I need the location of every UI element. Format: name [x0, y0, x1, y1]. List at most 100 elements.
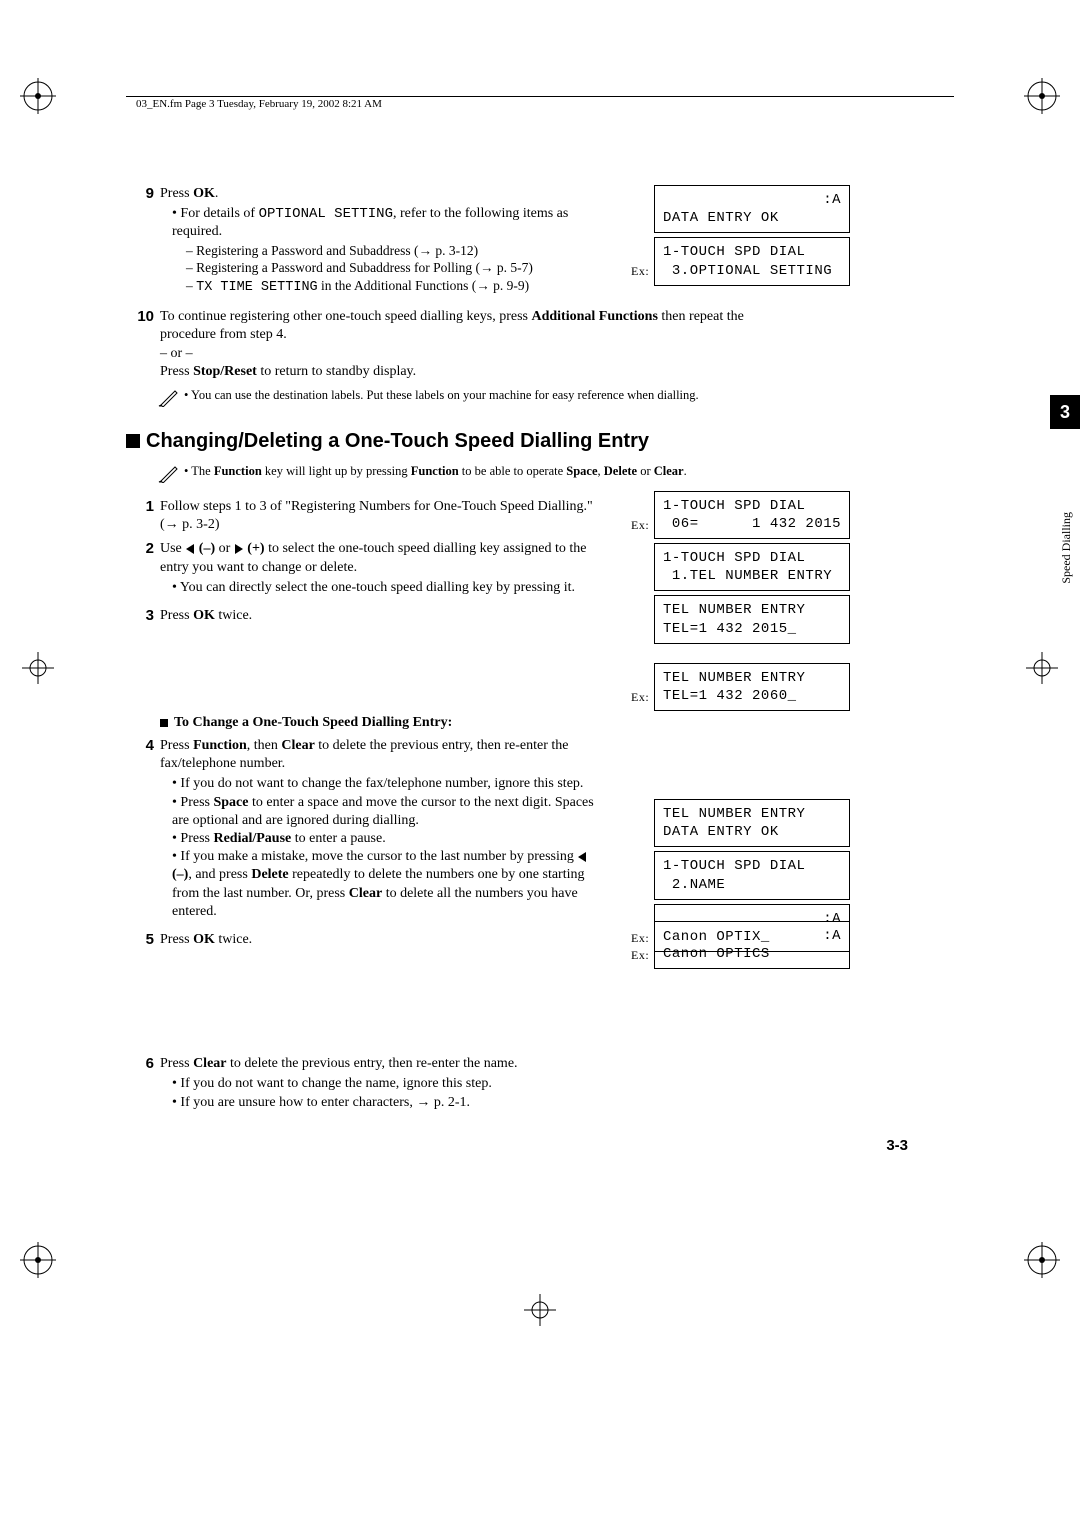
chapter-tab: 3: [1050, 395, 1080, 429]
bullet: Press Space to enter a space and move th…: [172, 794, 600, 830]
text: – or –: [160, 346, 193, 361]
lcd-line: TEL=1 432 2015_: [663, 621, 797, 637]
text: Press: [160, 186, 193, 201]
ok-key: OK: [193, 186, 215, 201]
setting-name: TX TIME SETTING: [196, 280, 318, 295]
text: Use: [160, 541, 185, 556]
step-text: Follow steps 1 to 3 of "Registering Numb…: [160, 498, 610, 534]
step-number: 5: [126, 931, 160, 948]
text: If you make a mistake, move the cursor t…: [180, 849, 577, 864]
delete-key: Delete: [604, 464, 637, 478]
step-3: 3 Press OK twice.: [126, 607, 1020, 625]
text: .: [215, 186, 219, 201]
step-number: 9: [126, 185, 160, 202]
right-arrow-icon: [235, 544, 243, 554]
lcd-line: 06= 1 432 2015: [663, 516, 841, 532]
mode-indicator: :A: [823, 927, 841, 945]
printer-mark-target-ml: [20, 650, 56, 686]
bullet: If you do not want to change the name, i…: [172, 1075, 600, 1093]
text: Press: [180, 795, 213, 810]
bullet: Press Redial/Pause to enter a pause.: [172, 830, 600, 848]
note-icon: [158, 463, 184, 488]
plus-key: (+): [244, 541, 265, 556]
text: Press: [160, 738, 193, 753]
text: For details of: [180, 206, 258, 221]
printer-mark-optic-tr: [1024, 78, 1060, 114]
lcd-step-6: Ex::A Canon OPTICS: [654, 921, 850, 973]
text: .: [684, 464, 687, 478]
additional-functions-key: Additional Functions: [531, 309, 657, 324]
step-text: Use (–) or (+) to select the one-touch s…: [160, 540, 610, 601]
page-number: 3-3: [886, 1137, 908, 1154]
lcd-line: 1-TOUCH SPD DIAL: [663, 244, 805, 260]
manual-page: 03_EN.fm Page 3 Tuesday, February 19, 20…: [0, 0, 1080, 1528]
function-key: Function: [214, 464, 262, 478]
bullet: If you do not want to change the fax/tel…: [172, 775, 600, 793]
text: Press: [160, 608, 193, 623]
text: , then: [247, 738, 282, 753]
example-label: Ex:: [631, 690, 649, 706]
ok-key: OK: [193, 932, 215, 947]
text: to delete the previous entry, then re-en…: [227, 1056, 518, 1071]
sub-item: – TX TIME SETTING in the Additional Func…: [186, 277, 600, 297]
step-9: 9 Press OK. For details of OPTIONAL SETT…: [126, 185, 1020, 300]
text: to be able to operate: [459, 464, 567, 478]
body-content: 9 Press OK. For details of OPTIONAL SETT…: [126, 185, 1020, 1122]
step-6: 6 Press Clear to delete the previous ent…: [126, 1055, 1020, 1116]
note-text: The Function key will light up by pressi…: [184, 463, 687, 479]
bullet: For details of OPTIONAL SETTING, refer t…: [172, 205, 600, 296]
heading-text: Changing/Deleting a One-Touch Speed Dial…: [146, 430, 649, 452]
note: You can use the destination labels. Put …: [158, 387, 1020, 412]
example-label: Ex:: [631, 264, 649, 280]
clear-key: Clear: [193, 1056, 226, 1071]
bullet: If you make a mistake, move the cursor t…: [172, 848, 600, 921]
square-bullet-icon: [126, 434, 140, 448]
text: Press: [160, 1056, 193, 1071]
ok-key: OK: [193, 608, 215, 623]
text: to return to standby display.: [257, 364, 416, 379]
space-key: Space: [566, 464, 597, 478]
lcd-step-2: Ex:1-TOUCH SPD DIAL 06= 1 432 2015: [654, 491, 850, 543]
text: Press: [160, 364, 193, 379]
note-icon: [158, 387, 184, 412]
header-text: 03_EN.fm Page 3 Tuesday, February 19, 20…: [136, 98, 382, 110]
lcd-display: Ex:1-TOUCH SPD DIAL 3.OPTIONAL SETTING: [654, 237, 850, 285]
lcd-line: TEL NUMBER ENTRY: [663, 806, 805, 822]
text: to enter a pause.: [291, 831, 385, 846]
step-text: Press OK. For details of OPTIONAL SETTIN…: [160, 185, 610, 300]
lcd-line: 1-TOUCH SPD DIAL: [663, 858, 805, 874]
step-text: Press OK twice.: [160, 931, 610, 949]
example-label: Ex:: [631, 931, 649, 947]
lcd-line: 1.TEL NUMBER ENTRY: [663, 568, 832, 584]
lcd-display: Ex:TEL NUMBER ENTRY TEL=1 432 2060_: [654, 663, 850, 711]
text: or: [215, 541, 234, 556]
space-key: Space: [213, 795, 248, 810]
text: To continue registering other one-touch …: [160, 309, 531, 324]
text: Press: [160, 932, 193, 947]
example-label: Ex:: [631, 518, 649, 534]
step-1: 1 Follow steps 1 to 3 of "Registering Nu…: [126, 498, 1020, 534]
step-4: 4 Press Function, then Clear to delete t…: [126, 737, 1020, 925]
setting-name: OPTIONAL SETTING: [259, 206, 393, 222]
stop-reset-key: Stop/Reset: [193, 364, 257, 379]
delete-key: Delete: [251, 867, 288, 882]
bullet: You can directly select the one-touch sp…: [172, 579, 600, 597]
clear-key: Clear: [281, 738, 314, 753]
redial-pause-key: Redial/Pause: [213, 831, 291, 846]
left-arrow-icon: [578, 852, 586, 862]
lcd-line: TEL NUMBER ENTRY: [663, 670, 805, 686]
text: in the Additional Functions (→ p. 9-9): [318, 278, 530, 293]
bullet: If you are unsure how to enter character…: [172, 1094, 600, 1112]
mode-indicator: :A: [823, 191, 841, 209]
text: Press: [180, 831, 213, 846]
step-number: 4: [126, 737, 160, 754]
lcd-display: TEL NUMBER ENTRY DATA ENTRY OK: [654, 799, 850, 847]
function-key: Function: [411, 464, 459, 478]
step-number: 2: [126, 540, 160, 557]
lcd-line: Canon OPTICS: [663, 946, 770, 962]
lcd-step-9: :A DATA ENTRY OK Ex:1-TOUCH SPD DIAL 3.O…: [654, 185, 850, 290]
printer-mark-target-mr: [1024, 650, 1060, 686]
note-text: You can use the destination labels. Put …: [184, 387, 699, 403]
header-rule: [126, 96, 954, 97]
text: twice.: [215, 608, 252, 623]
